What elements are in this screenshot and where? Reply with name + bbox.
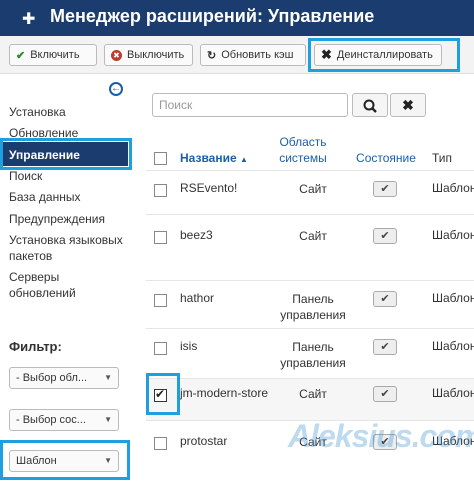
enable-label: Включить [30,49,80,61]
row-checkbox[interactable] [154,437,167,450]
sort-asc-icon: ▲ [240,155,248,164]
column-header-area[interactable]: Область системы [273,134,333,166]
manage-highlight [0,138,132,170]
disable-button[interactable]: ✖ Выключить [104,44,193,66]
row-divider [146,280,474,281]
state-toggle[interactable]: ✔ [373,181,397,197]
clear-search-button[interactable]: ✖ [390,93,426,117]
template-type: Шаблон [432,291,474,305]
client-filter-value: - Выбор обл... [16,372,88,384]
row-checkbox[interactable] [154,184,167,197]
chevron-down-icon: ▼ [104,373,112,382]
sidebar-item-install[interactable]: Установка [9,104,66,120]
template-type: Шаблон [432,181,474,195]
sidebar-item-update-sites[interactable]: Серверы обновлений [9,269,119,301]
sidebar-item-warnings[interactable]: Предупреждения [9,211,105,227]
template-name[interactable]: protostar [180,434,227,448]
row-checkbox[interactable] [154,231,167,244]
refresh-icon: ↻ [207,49,217,62]
state-toggle[interactable]: ✔ [373,386,397,402]
header-bar: ✚ Менеджер расширений: Управление [0,0,474,36]
client-filter-select[interactable]: - Выбор обл... ▼ [9,367,119,389]
enable-button[interactable]: ✔ Включить [9,44,97,66]
template-area: Панель управления [280,292,346,322]
checkbox-highlight [146,373,180,415]
chevron-down-icon: ▼ [104,415,112,424]
search-icon [363,99,377,113]
sidebar-item-languages[interactable]: Установка языковых пакетов [9,232,129,264]
row-checkbox[interactable] [154,294,167,307]
column-header-type[interactable]: Тип [432,150,452,166]
disable-icon: ✖ [111,49,122,61]
template-name[interactable]: isis [180,339,197,353]
name-header-label: Название [180,151,237,165]
collapse-sidebar-icon[interactable]: ← [109,82,123,96]
sidebar-item-discover[interactable]: Поиск [9,168,42,184]
template-type: Шаблон [432,386,474,400]
type-filter-highlight [0,440,130,480]
row-divider [146,328,474,329]
state-filter-select[interactable]: - Выбор сос... ▼ [9,409,119,431]
state-filter-value: - Выбор сос... [16,414,86,426]
template-name[interactable]: RSEvento! [180,181,237,195]
state-toggle[interactable]: ✔ [373,291,397,307]
close-icon: ✖ [402,97,414,113]
template-area: Панель управления [280,340,346,370]
state-toggle[interactable]: ✔ [373,228,397,244]
template-type: Шаблон [432,228,474,242]
refresh-label: Обновить кэш [221,49,294,61]
row-checkbox[interactable] [154,342,167,355]
refresh-cache-button[interactable]: ↻ Обновить кэш [200,44,306,66]
filter-title: Фильтр: [9,339,62,354]
column-header-name[interactable]: Название ▲ [180,150,248,168]
column-header-state[interactable]: Состояние [353,150,419,166]
uninstall-highlight [308,38,460,72]
row-divider [146,214,474,215]
select-all-checkbox[interactable] [154,152,167,165]
sidebar-item-database[interactable]: База данных [9,189,80,205]
row-divider [146,170,474,171]
search-input[interactable]: Поиск [152,93,348,117]
state-toggle[interactable]: ✔ [373,339,397,355]
disable-label: Выключить [127,49,185,61]
template-name[interactable]: jm-modern-store [180,386,268,400]
template-name[interactable]: beez3 [180,228,213,242]
check-icon: ✔ [16,49,26,62]
template-name[interactable]: hathor [180,291,214,305]
template-area: Сайт [299,182,327,196]
watermark: Aleksius.com [288,418,474,454]
template-area: Сайт [299,229,327,243]
puzzle-icon: ✚ [22,11,36,28]
template-type: Шаблон [432,339,474,353]
search-button[interactable] [352,93,388,117]
row-divider [146,378,474,379]
page-title: Менеджер расширений: Управление [50,6,375,26]
template-area: Сайт [299,387,327,401]
